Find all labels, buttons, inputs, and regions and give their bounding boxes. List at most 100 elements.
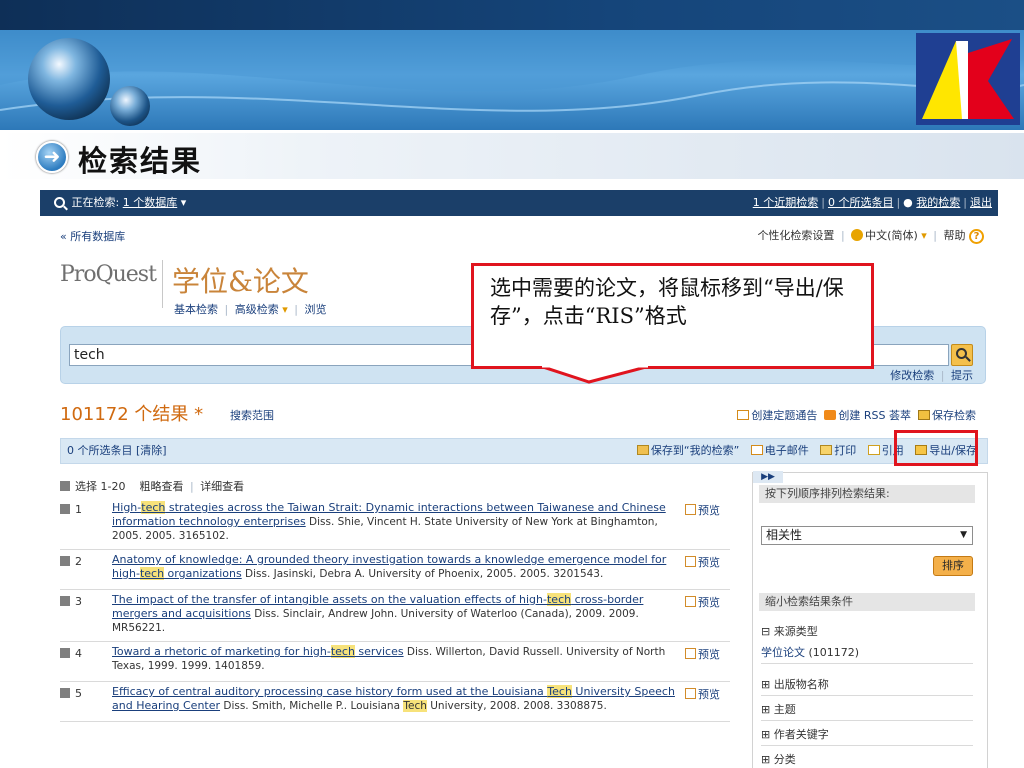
result-index: 1 <box>75 503 82 516</box>
all-databases-link[interactable]: « 所有数据库 <box>60 228 125 244</box>
folder-icon <box>636 445 649 455</box>
chevron-down-icon[interactable]: ▾ <box>921 229 927 242</box>
result-body: The impact of the transfer of intangible… <box>112 593 677 635</box>
result-row: 4 Toward a rhetoric of marketing for high… <box>60 642 730 682</box>
result-body: Toward a rhetoric of marketing for high-… <box>112 645 677 673</box>
tips-link[interactable]: 提示 <box>951 369 973 382</box>
top-nav-links: 1 个近期检索 | 0 个所选条目 | ● 我的检索 | 退出 <box>752 196 992 209</box>
result-checkbox[interactable] <box>60 556 70 566</box>
preview-link[interactable]: 预览 <box>685 646 720 662</box>
result-body: Anatomy of knowledge: A grounded theory … <box>112 553 677 581</box>
slide-title: 检索结果 <box>78 144 203 178</box>
detailed-view-link[interactable]: 详细查看 <box>200 480 244 493</box>
advanced-search-link[interactable]: 高级检索 <box>235 303 279 316</box>
search-icon <box>54 197 65 208</box>
sidebar-expander[interactable]: ▶▶ <box>753 471 783 483</box>
search-button[interactable] <box>951 344 973 366</box>
facet-classification[interactable]: ⊞ 分类 <box>761 751 973 768</box>
preview-link[interactable]: 预览 <box>685 502 720 518</box>
print-button[interactable]: 打印 <box>834 444 856 457</box>
logo-divider <box>162 260 163 308</box>
preview-link[interactable]: 预览 <box>685 554 720 570</box>
select-range-label: 选择 1-20 <box>75 480 126 493</box>
save-search-link[interactable]: 保存检索 <box>932 409 976 422</box>
search-scope-link[interactable]: 搜索范围 <box>230 407 274 423</box>
result-title-text: organizations <box>164 567 242 580</box>
result-row: 3 The impact of the transfer of intangibl… <box>60 590 730 642</box>
result-checkbox[interactable] <box>60 648 70 658</box>
result-title-text: services <box>354 645 404 658</box>
product-title: 学位&论文 <box>172 265 309 298</box>
facet-source-toggle[interactable]: ⊟ 来源类型 <box>761 625 818 638</box>
preview-icon <box>685 648 696 659</box>
save-to-my-search-button[interactable]: 保存到“我的检索” <box>651 444 739 457</box>
selected-items-link[interactable]: 0 个所选条目 <box>828 196 894 209</box>
logout-link[interactable]: 退出 <box>970 196 992 209</box>
preview-icon <box>685 504 696 515</box>
preview-label: 预览 <box>698 596 720 609</box>
result-title-highlight: tech <box>546 593 572 606</box>
help-link[interactable]: 帮助 <box>944 229 966 242</box>
modify-search-link[interactable]: 修改检索 <box>890 369 934 382</box>
preview-icon <box>685 556 696 567</box>
preview-label: 预览 <box>698 648 720 661</box>
results-list: 1 High-tech strategies across the Taiwan … <box>60 498 730 722</box>
result-index: 2 <box>75 555 82 568</box>
facet-source-value-link[interactable]: 学位论文 <box>761 646 805 659</box>
result-checkbox[interactable] <box>60 596 70 606</box>
sort-heading: 按下列顺序排列检索结果: <box>759 485 975 503</box>
create-alert-link[interactable]: 创建定题通告 <box>751 409 817 422</box>
email-button[interactable]: 电子邮件 <box>765 444 809 457</box>
select-all-checkbox[interactable] <box>60 481 70 491</box>
preview-label: 预览 <box>698 688 720 701</box>
result-title-text: Efficacy of central auditory processing … <box>112 685 548 698</box>
help-icon[interactable]: ? <box>969 229 984 244</box>
personalize-link[interactable]: 个性化检索设置 <box>757 229 834 242</box>
my-search-link[interactable]: 我的检索 <box>916 196 960 209</box>
selected-items-clear[interactable]: 0 个所选条目 [清除] <box>67 439 167 463</box>
search-links: 修改检索 | 提示 <box>890 369 973 382</box>
create-rss-link[interactable]: 创建 RSS 荟萃 <box>838 409 911 422</box>
brand-logo-icon <box>916 33 1020 125</box>
result-index: 3 <box>75 595 82 608</box>
instruction-callout: 选中需要的论文，将鼠标移到“导出/保存”，点击“RIS”格式 <box>471 263 874 369</box>
result-title-link[interactable]: Toward a rhetoric of marketing for high-… <box>112 645 404 658</box>
basic-search-link[interactable]: 基本检索 <box>174 303 218 316</box>
result-number: 3 <box>60 595 82 608</box>
recent-search-link[interactable]: 1 个近期检索 <box>753 196 819 209</box>
sort-button[interactable]: 排序 <box>933 556 973 576</box>
narrow-heading: 缩小检索结果条件 <box>759 593 975 611</box>
result-body: Efficacy of central auditory processing … <box>112 685 677 713</box>
database-count-link[interactable]: 1 个数据库 <box>123 196 178 209</box>
mail-icon <box>737 410 750 420</box>
result-index: 4 <box>75 647 82 660</box>
preview-link[interactable]: 预览 <box>685 594 720 610</box>
result-title-highlight: tech <box>330 645 355 658</box>
facet-publication[interactable]: ⊞ 出版物名称 <box>761 676 973 696</box>
searching-info: 正在检索: 1 个数据库 ▾ <box>54 190 186 216</box>
facet-subject[interactable]: ⊞ 主题 <box>761 701 973 721</box>
facet-source-type: ⊟ 来源类型 学位论文 (101172) <box>761 623 973 664</box>
facet-author-keyword[interactable]: ⊞ 作者关键字 <box>761 726 973 746</box>
result-title-text: The impact of the transfer of intangible… <box>112 593 547 606</box>
facet-source-count: (101172) <box>808 646 860 659</box>
sort-select[interactable]: 相关性 ▼ <box>761 526 973 545</box>
result-number: 4 <box>60 647 82 660</box>
preview-link[interactable]: 预览 <box>685 686 720 702</box>
search-mode-nav: 基本检索 | 高级检索 ▾ | 浏览 <box>174 303 327 316</box>
result-checkbox[interactable] <box>60 688 70 698</box>
chevron-down-icon[interactable]: ▾ <box>282 303 288 316</box>
arrow-right-circle-icon: ➜ <box>36 141 68 173</box>
alert-actions: 创建定题通告 创建 RSS 荟萃 保存检索 <box>737 407 976 423</box>
result-title-text: Toward a rhetoric of marketing for high- <box>112 645 331 658</box>
result-checkbox[interactable] <box>60 504 70 514</box>
result-meta-highlight: Tech <box>403 700 427 712</box>
browse-link[interactable]: 浏览 <box>304 303 326 316</box>
brief-view-link[interactable]: 粗略查看 <box>139 480 183 493</box>
language-select[interactable]: 中文(简体) <box>865 229 918 242</box>
preview-label: 预览 <box>698 504 720 517</box>
mail-icon <box>750 445 763 455</box>
dropdown-arrow-icon[interactable]: ▾ <box>181 196 187 209</box>
result-meta: University, 2008. 2008. 3308875. <box>426 700 607 712</box>
result-number: 2 <box>60 555 82 568</box>
